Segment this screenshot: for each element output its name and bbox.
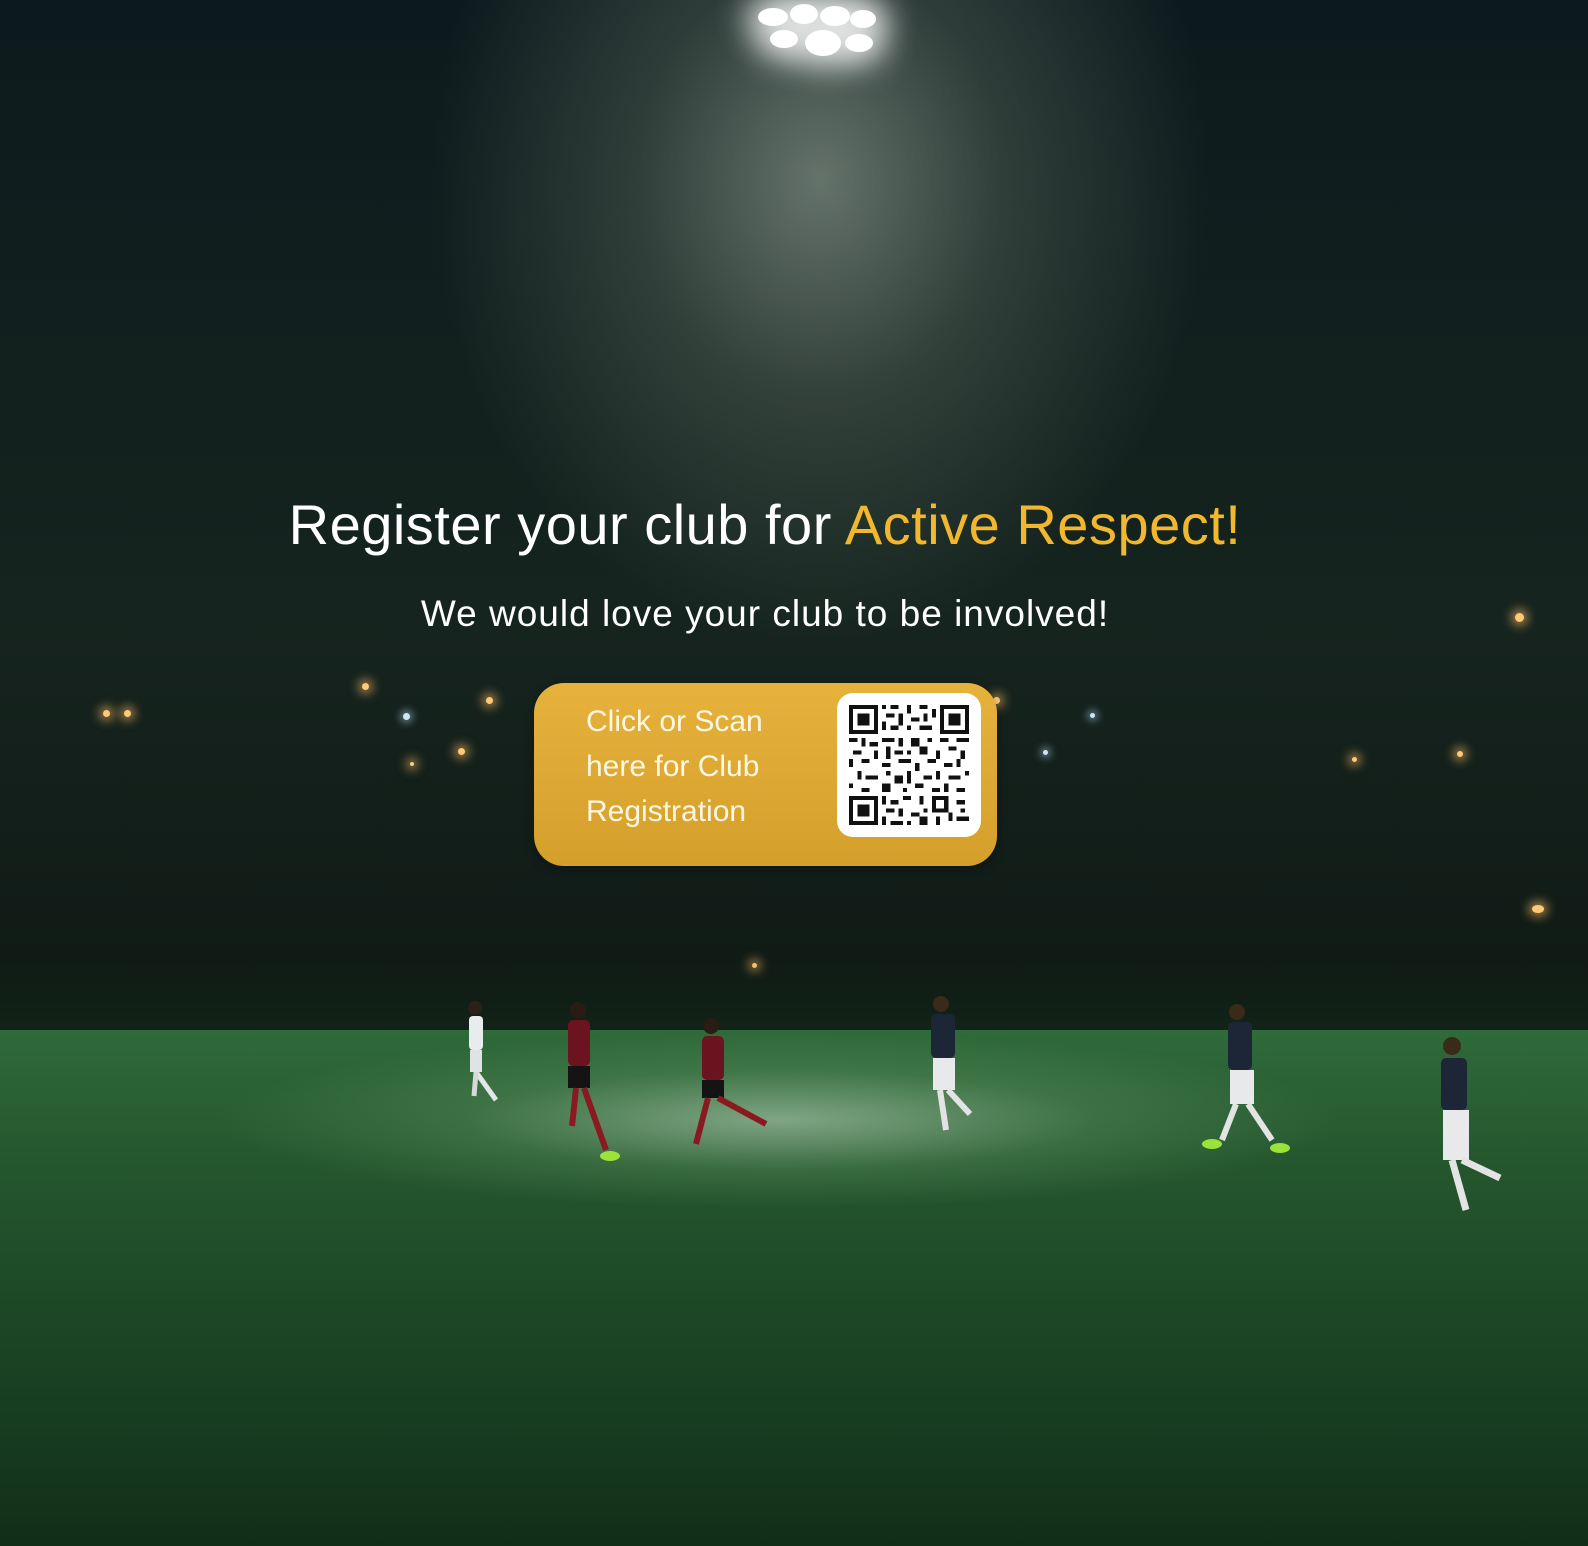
title-prefix: Register your club for (288, 493, 845, 556)
registration-label-line3: Registration (586, 795, 747, 828)
page-subtitle: We would love your club to be involved! (420, 593, 1110, 634)
player-red (693, 1018, 768, 1145)
registration-button-label: Click or Scan here for Club Registration (586, 699, 826, 834)
hero-banner: Register your club for Active Respect! W… (0, 0, 1588, 1546)
player-white (1441, 1037, 1502, 1211)
club-registration-button[interactable]: Click or Scan here for Club Registration (534, 683, 997, 866)
player-white (1202, 1004, 1290, 1153)
player-white (931, 996, 973, 1131)
page-title: Register your club for Active Respect! (0, 492, 1530, 557)
player-red (568, 1002, 620, 1161)
player-white (468, 1001, 499, 1102)
qr-code[interactable] (837, 693, 981, 837)
title-highlight: Active Respect! (844, 493, 1242, 556)
registration-label-line1: Click or Scan (586, 705, 763, 738)
qr-code-icon (849, 705, 969, 825)
registration-label-line2: here for Club (586, 750, 760, 783)
